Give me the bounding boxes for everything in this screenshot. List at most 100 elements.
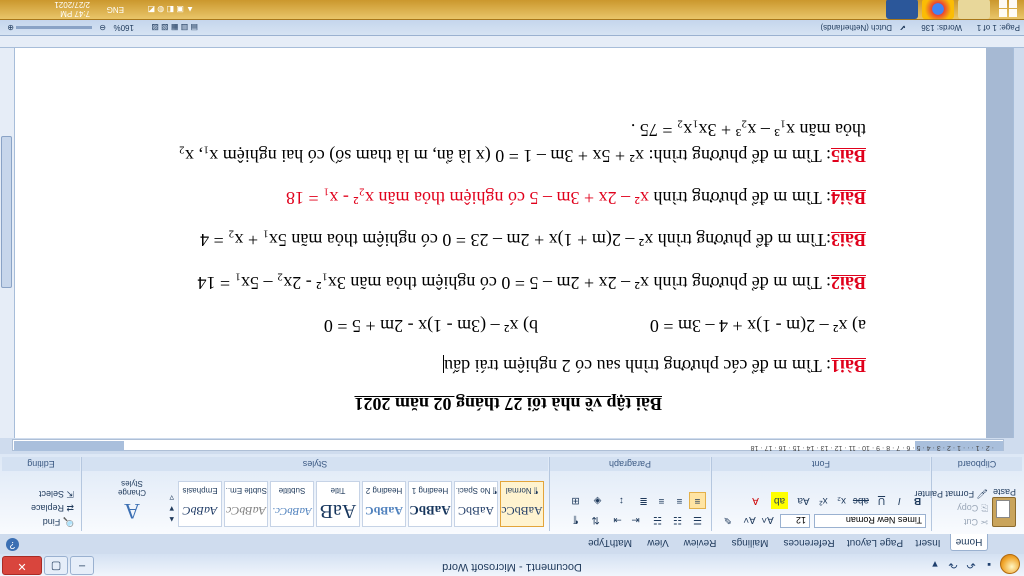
tab-references[interactable]: References	[780, 534, 838, 551]
superscript-button[interactable]: x²	[815, 492, 832, 509]
tab-mathtype[interactable]: MathType	[584, 534, 636, 551]
close-button[interactable]: ✕	[2, 556, 42, 575]
tab-page-layout[interactable]: Page Layout	[844, 534, 906, 551]
style-heading-2[interactable]: AaBbC Heading 2	[362, 481, 406, 527]
bai1-text: : Tìm m để các phương trình sau có 2 ngh…	[444, 356, 831, 376]
bullets-icon[interactable]: ☰	[689, 511, 706, 528]
minimize-button[interactable]: –	[70, 556, 94, 575]
paragraph-group-label: Paragraph	[550, 457, 710, 471]
borders-icon[interactable]: ⊞	[567, 492, 584, 509]
tab-view[interactable]: View	[642, 534, 674, 551]
styles-scroll-icon[interactable]: ▴ ▾ ▿	[169, 492, 174, 525]
bai4-red-text: x² – 2x + 3m – 5 có nghiệm thỏa mãn x₂² …	[285, 188, 650, 208]
file-explorer-icon[interactable]	[958, 0, 990, 19]
paste-icon[interactable]	[992, 497, 1016, 527]
word-count[interactable]: Words: 136	[921, 23, 962, 32]
text-cursor	[443, 355, 445, 374]
input-language[interactable]: ENG	[107, 5, 124, 14]
cut-label: Cut	[963, 517, 978, 527]
font-size-combo[interactable]: 12	[780, 514, 810, 528]
bold-button[interactable]: B	[909, 492, 926, 509]
zoom-out-icon[interactable]: ⊖	[99, 23, 106, 32]
restore-button[interactable]: ▢	[44, 556, 68, 575]
select-button[interactable]: ⇱ Select	[39, 488, 74, 499]
proofing-icon[interactable]: ✔	[899, 23, 906, 32]
clock-time[interactable]: 7:47 PM	[60, 9, 90, 18]
styles-group: AaBbCc ¶ Normal AaBbC ¶ No Spaci... AaBbC H…	[81, 457, 548, 531]
sort-icon[interactable]: ⇅	[587, 511, 604, 528]
horizontal-scrollbar[interactable]	[0, 35, 1024, 48]
underline-button[interactable]: U	[873, 492, 890, 509]
tray-icons[interactable]: ▲ ▣ ◧ ◍ ◩	[148, 5, 194, 14]
paragraph-group: ☰ ☷ ☵ ⇤ ⇥ ⇅ ¶ ≡ ≡ ≡ ≣ ↕ ◈ ⊞ Paragraph	[549, 457, 710, 531]
align-left-button[interactable]: ≡	[689, 492, 706, 509]
style-heading-1[interactable]: AaBbC Heading 1	[408, 481, 452, 527]
tab-review[interactable]: Review	[680, 534, 720, 551]
shrink-font-icon[interactable]: A˅	[741, 511, 758, 528]
style-subtitle[interactable]: AaBbCc. Subtitle	[270, 481, 314, 527]
zoom-in-icon[interactable]: ⊕	[7, 23, 14, 32]
decrease-indent-icon[interactable]: ⇤	[627, 511, 644, 528]
font-color-icon[interactable]: A	[747, 492, 764, 509]
strikethrough-button[interactable]: abc	[853, 492, 870, 509]
document-page[interactable]: Bài tập về nhà tối 27 tháng 02 năm 2021 …	[14, 48, 986, 438]
paste-button[interactable]: Paste	[993, 487, 1016, 497]
chrome-icon[interactable]	[922, 0, 954, 19]
tab-insert[interactable]: Insert	[910, 534, 946, 551]
copy-button[interactable]: ⎘ Copy	[957, 502, 988, 513]
bai4-text: : Tìm m để phương trình	[649, 188, 831, 208]
styles-group-label: Styles	[82, 457, 548, 471]
cut-button[interactable]: ✂ Cut	[964, 516, 988, 527]
style-preview: AaBbC	[365, 504, 404, 518]
style-normal[interactable]: AaBbCc ¶ Normal	[500, 481, 544, 527]
page-count[interactable]: Page: 1 of 1	[977, 23, 1020, 32]
tab-mailings[interactable]: Mailings	[726, 534, 774, 551]
style-preview: AaBbCc	[501, 504, 543, 518]
align-center-button[interactable]: ≡	[671, 492, 688, 509]
style-subtle-emphasis[interactable]: AaBbCc Subtle Em...	[224, 481, 268, 527]
style-title[interactable]: AaB Title	[316, 481, 360, 527]
highlight-icon[interactable]: ab	[771, 492, 788, 509]
status-bar: Page: 1 of 1 Words: 136 ✔ Dutch (Netherl…	[0, 19, 1024, 36]
language-indicator[interactable]: Dutch (Netherlands)	[820, 23, 892, 32]
bai3-text: :Tìm m để phương trình x² – 2(m + 1)x + …	[200, 230, 831, 250]
style-emphasis[interactable]: AaBbC Emphasis	[178, 481, 222, 527]
word-app-icon[interactable]	[886, 0, 918, 19]
window-title: Document1 - Microsoft Word	[442, 561, 582, 573]
grow-font-icon[interactable]: A˄	[759, 511, 776, 528]
zoom-slider[interactable]	[16, 26, 92, 29]
show-hide-icon[interactable]: ¶	[567, 511, 584, 528]
clear-format-icon[interactable]: ✎	[719, 511, 736, 528]
replace-button[interactable]: ⇄ Replace	[31, 502, 74, 513]
style-name: Title	[330, 486, 346, 495]
vertical-scrollbar[interactable]	[0, 48, 15, 438]
view-buttons[interactable]: ▤ ▥ ▦ ▧ ▨	[151, 23, 198, 32]
line-spacing-icon[interactable]: ↕	[613, 492, 630, 509]
editing-group: 🔍 Find ⇄ Replace ⇱ Select Editing	[2, 457, 80, 531]
change-styles-button[interactable]: A Change Styles	[112, 475, 152, 525]
justify-button[interactable]: ≣	[635, 492, 652, 509]
shading-icon[interactable]: ◈	[589, 492, 606, 509]
horizontal-ruler[interactable]: · 2 · 1 · · · 1 · 2 · 3 · 4 · 5 · 6 · 7 …	[0, 437, 1024, 454]
clipboard-group-label: Clipboard	[932, 457, 1022, 471]
numbering-icon[interactable]: ☷	[669, 511, 686, 528]
style-name: Heading 1	[411, 486, 449, 495]
subscript-button[interactable]: x₂	[833, 492, 850, 509]
tab-home[interactable]: Home	[950, 533, 988, 551]
style-no-spacing[interactable]: AaBbC ¶ No Spaci...	[454, 481, 498, 527]
increase-indent-icon[interactable]: ⇥	[609, 511, 626, 528]
style-preview: AaB	[319, 500, 357, 522]
vertical-ruler[interactable]	[1013, 48, 1024, 438]
zoom-level[interactable]: 160%	[114, 23, 134, 32]
font-name-combo[interactable]: Times New Roman	[814, 514, 926, 528]
change-case-button[interactable]: Aa	[795, 492, 812, 509]
italic-button[interactable]: I	[891, 492, 908, 509]
clock-date[interactable]: 2/27/2021	[54, 0, 90, 9]
start-button[interactable]	[994, 0, 1022, 19]
multilevel-list-icon[interactable]: ☵	[649, 511, 666, 528]
help-icon[interactable]: ?	[6, 538, 19, 551]
bai2-text: : Tìm m để phương trình x² – 2x + 2m – 5…	[197, 273, 831, 293]
scrollbar-thumb[interactable]	[1, 136, 12, 288]
align-right-button[interactable]: ≡	[653, 492, 670, 509]
find-button[interactable]: 🔍 Find	[43, 516, 74, 527]
